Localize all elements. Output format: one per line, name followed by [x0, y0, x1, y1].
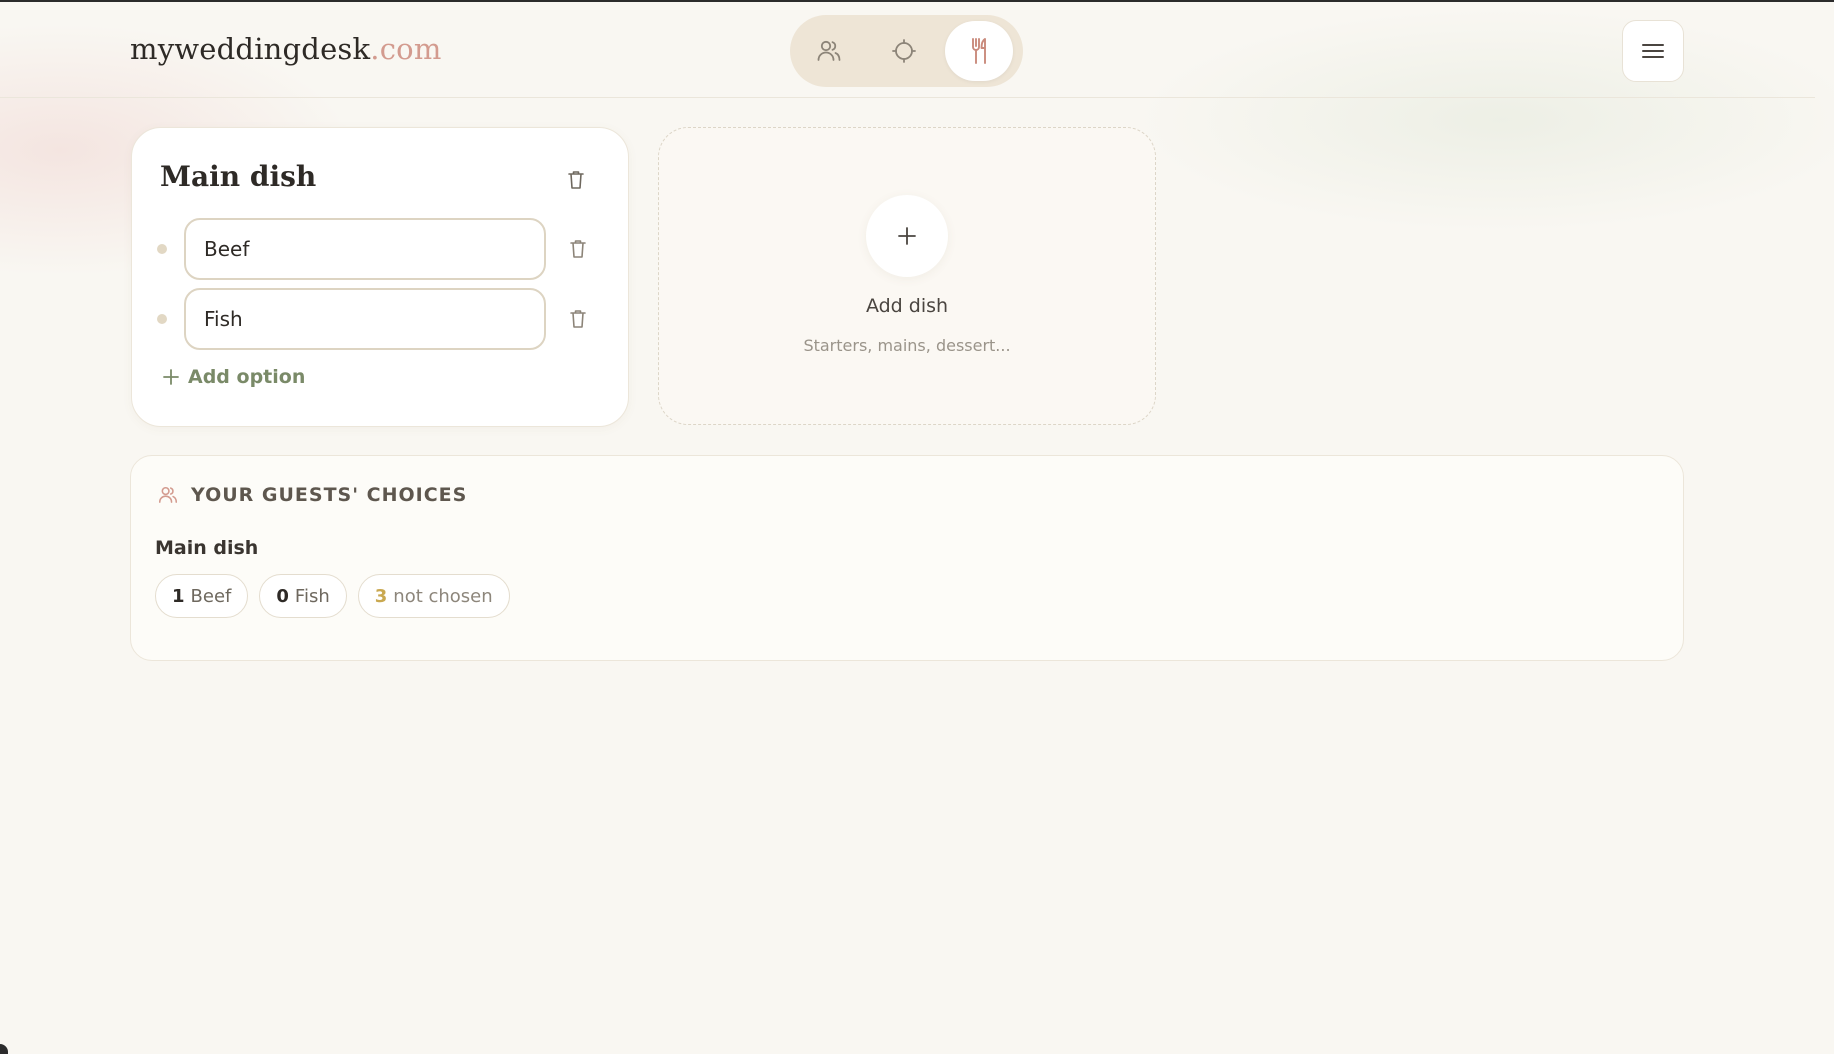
option-input-beef[interactable] [184, 218, 546, 280]
guest-choices-panel: YOUR GUESTS' CHOICES Main dish 1 Beef 0 … [130, 455, 1684, 661]
option-row [154, 218, 594, 280]
guests-icon [158, 486, 178, 503]
delete-dish-button[interactable] [562, 166, 590, 194]
option-bullet [157, 314, 167, 324]
trash-icon [568, 171, 584, 189]
cutlery-icon [972, 38, 986, 64]
choice-chips: 1 Beef 0 Fish 3 not chosen [155, 574, 510, 618]
choice-group-label: Main dish [155, 537, 259, 559]
add-option-button[interactable]: Add option [162, 363, 305, 391]
mode-rings-button[interactable] [870, 21, 938, 81]
chip-count: 3 [374, 585, 388, 607]
plus-icon [898, 227, 916, 245]
guest-choices-title: YOUR GUESTS' CHOICES [191, 484, 468, 506]
guest-choices-header: YOUR GUESTS' CHOICES [157, 484, 467, 506]
logo-tld: .com [370, 32, 442, 66]
delete-option-button[interactable] [564, 305, 592, 333]
choice-chip-beef[interactable]: 1 Beef [155, 574, 249, 618]
plus-icon [163, 369, 179, 385]
rings-icon [892, 39, 916, 63]
add-dish-subtitle: Starters, mains, dessert... [803, 336, 1011, 355]
add-dish-button[interactable] [866, 195, 948, 277]
chip-label: not chosen [393, 585, 493, 607]
guests-icon [817, 40, 841, 61]
chip-label: Fish [294, 585, 330, 607]
delete-option-button[interactable] [564, 235, 592, 263]
site-logo[interactable]: myweddingdesk.com [130, 32, 442, 66]
mode-switch [790, 15, 1023, 87]
add-dish-title: Add dish [865, 295, 949, 317]
add-dish-card[interactable]: Add dish Starters, mains, dessert... [658, 127, 1156, 425]
logo-name: myweddingdesk [130, 32, 371, 66]
dish-title[interactable]: Main dish [160, 160, 316, 193]
chip-label: Beef [190, 585, 232, 607]
mode-guests-button[interactable] [795, 21, 863, 81]
main-menu-button[interactable] [1622, 20, 1684, 82]
mode-menu-button[interactable] [945, 21, 1013, 81]
app-header: myweddingdesk.com [0, 2, 1815, 98]
choice-chip-not-chosen[interactable]: 3 not chosen [357, 574, 510, 618]
add-option-label: Add option [188, 366, 306, 388]
trash-icon [570, 240, 586, 258]
trash-icon [570, 310, 586, 328]
option-bullet [157, 244, 167, 254]
chip-count: 1 [172, 585, 185, 607]
dish-card-main: Main dish Add option [131, 127, 629, 427]
choice-chip-fish[interactable]: 0 Fish [259, 574, 347, 618]
option-input-fish[interactable] [184, 288, 546, 350]
chip-count: 0 [276, 585, 289, 607]
option-row [154, 288, 594, 350]
hamburger-icon [1642, 44, 1664, 58]
window-corner [0, 1044, 8, 1054]
